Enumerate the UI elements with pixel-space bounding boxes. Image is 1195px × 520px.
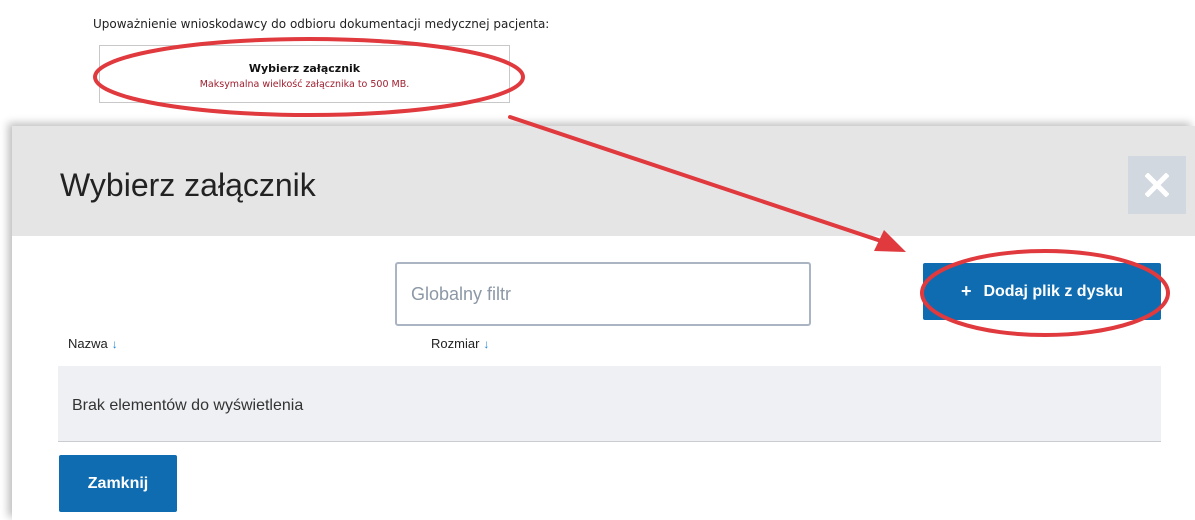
empty-table-message: Brak elementów do wyświetlenia [72, 397, 304, 414]
sort-arrow-icon: ↓ [111, 337, 118, 351]
column-header-name[interactable]: Nazwa ↓ [68, 336, 118, 351]
add-file-from-disk-button[interactable]: + Dodaj plik z dysku [923, 263, 1161, 320]
sort-arrow-icon: ↓ [483, 337, 490, 351]
dialog-title: Wybierz załącznik [60, 167, 316, 203]
choose-attachment-title: Wybierz załącznik [248, 62, 361, 75]
choose-attachment-dialog: Wybierz załącznik + Dodaj plik z dysku N… [12, 126, 1195, 520]
plus-icon: + [960, 281, 972, 301]
attachment-field-label: Upoważnienie wnioskodawcy do odbioru dok… [93, 17, 550, 31]
close-icon [1145, 173, 1169, 197]
column-header-size[interactable]: Rozmiar ↓ [431, 336, 489, 351]
global-filter-input[interactable] [395, 262, 811, 326]
attachment-size-hint: Maksymalna wielkość załącznika to 500 MB… [199, 79, 410, 90]
table-empty-row: Brak elementów do wyświetlenia [58, 366, 1161, 442]
add-file-button-label: Dodaj plik z dysku [983, 282, 1124, 300]
dialog-header: Wybierz załącznik [12, 126, 1195, 236]
column-header-name-label: Nazwa [68, 336, 108, 351]
dialog-close-button[interactable] [1128, 156, 1186, 214]
close-dialog-button[interactable]: Zamknij [59, 455, 177, 512]
column-header-size-label: Rozmiar [431, 336, 480, 351]
choose-attachment-box[interactable]: Wybierz załącznik Maksymalna wielkość za… [99, 45, 510, 103]
